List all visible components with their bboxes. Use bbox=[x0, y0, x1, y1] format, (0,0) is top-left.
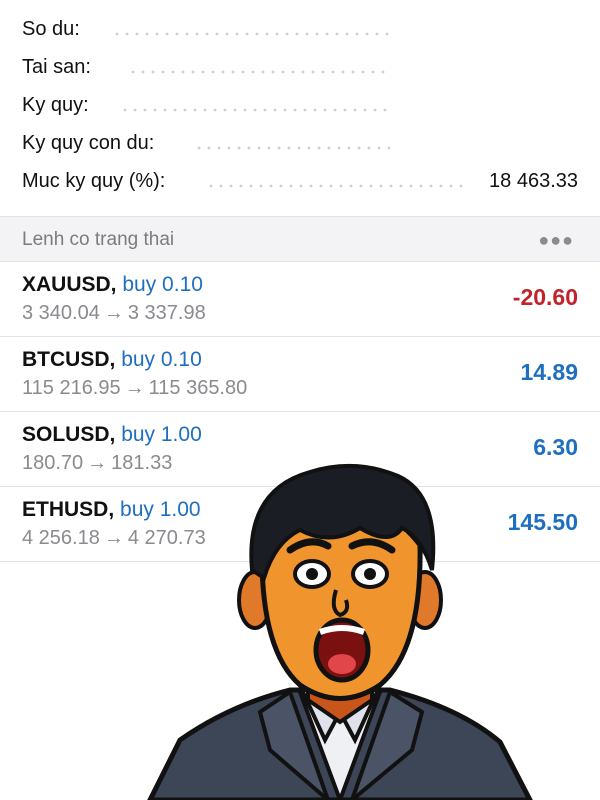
position-profit: 14.89 bbox=[520, 359, 578, 385]
position-title: XAUUSD, buy 0.10 bbox=[22, 273, 203, 297]
position-direction: buy 0.10 bbox=[122, 273, 203, 296]
position-title: SOLUSD, buy 1.00 bbox=[22, 423, 202, 447]
position-symbol: SOLUSD, bbox=[22, 423, 116, 446]
arrow-right-icon: → bbox=[103, 302, 124, 324]
margin-level-label: Muc ky quy (%): bbox=[22, 170, 166, 192]
arrow-right-icon: → bbox=[87, 452, 108, 474]
position-direction: buy 1.00 bbox=[121, 423, 202, 446]
position-symbol: BTCUSD, bbox=[22, 348, 116, 371]
open-price: 4 256.18 bbox=[22, 527, 100, 549]
dotted-leader bbox=[206, 184, 468, 188]
free-margin-label: Ky quy con du: bbox=[22, 132, 155, 154]
arrow-right-icon: → bbox=[103, 527, 124, 549]
open-price: 115 216.95 bbox=[22, 377, 121, 399]
account-summary: So du: Tai san: Ky quy: Ky quy con du: M… bbox=[0, 0, 600, 216]
position-title: BTCUSD, buy 0.10 bbox=[22, 348, 202, 372]
position-prices: 3 340.04 → 3 337.98 bbox=[22, 302, 206, 325]
position-symbol: ETHUSD, bbox=[22, 498, 115, 521]
summary-row-free-margin: Ky quy con du: bbox=[0, 124, 600, 162]
open-price: 180.70 bbox=[22, 452, 84, 474]
balance-label: So du: bbox=[22, 18, 80, 40]
dotted-leader bbox=[128, 70, 390, 74]
margin-level-value: 18 463.33 bbox=[489, 170, 578, 192]
equity-label: Tai san: bbox=[22, 56, 91, 78]
dotted-leader bbox=[112, 32, 392, 36]
position-row-btcusd[interactable]: BTCUSD, buy 0.10 115 216.95 → 115 365.80 1… bbox=[0, 337, 600, 412]
current-price: 3 337.98 bbox=[127, 302, 206, 324]
positions-header: Lenh co trang thai ●●● bbox=[0, 216, 600, 262]
summary-row-balance: So du: bbox=[0, 10, 600, 48]
shocked-man-illustration bbox=[147, 463, 533, 800]
margin-label: Ky quy: bbox=[22, 94, 89, 116]
dotted-leader bbox=[120, 108, 390, 112]
dotted-leader bbox=[194, 146, 390, 150]
summary-row-margin: Ky quy: bbox=[0, 86, 600, 124]
position-symbol: XAUUSD, bbox=[22, 273, 117, 296]
more-horizontal-icon[interactable]: ●●● bbox=[538, 230, 574, 251]
summary-row-margin-level: Muc ky quy (%): 18 463.33 bbox=[0, 162, 600, 200]
positions-title: Lenh co trang thai bbox=[22, 229, 175, 250]
arrow-right-icon: → bbox=[124, 377, 145, 399]
position-row-xauusd[interactable]: XAUUSD, buy 0.10 3 340.04 → 3 337.98 -20.6… bbox=[0, 262, 600, 337]
open-price: 3 340.04 bbox=[22, 302, 100, 324]
position-direction: buy 0.10 bbox=[121, 348, 202, 371]
summary-row-equity: Tai san: bbox=[0, 48, 600, 86]
position-prices: 115 216.95 → 115 365.80 bbox=[22, 377, 247, 400]
current-price: 115 365.80 bbox=[148, 377, 248, 399]
position-profit: -20.60 bbox=[512, 284, 578, 310]
